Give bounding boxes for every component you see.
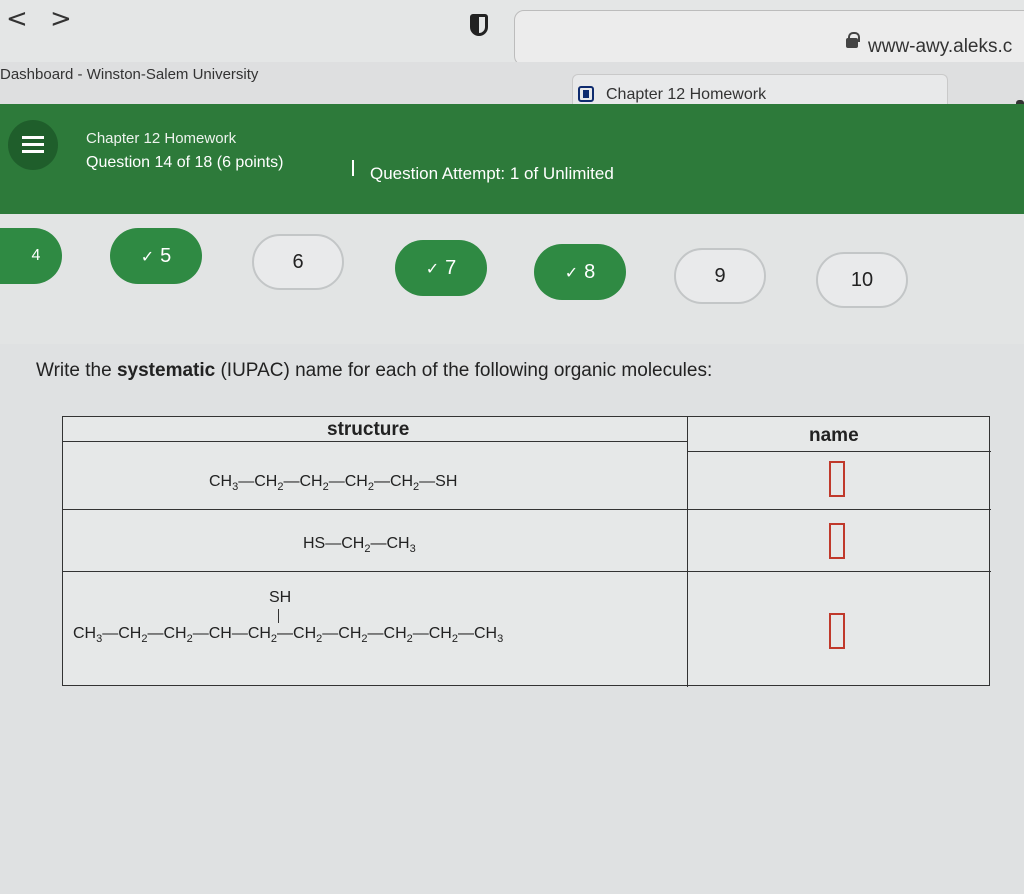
question-nav-9[interactable]: 9: [674, 248, 766, 304]
name-answer-input[interactable]: [829, 461, 845, 497]
question-nav-5[interactable]: ✓ 5: [110, 228, 202, 284]
substituent-bond: [278, 609, 279, 623]
table-divider: [63, 509, 991, 510]
name-column-header: name: [809, 425, 859, 446]
table-divider: [63, 571, 991, 572]
question-nav-label: 9: [714, 264, 726, 287]
table-divider: [687, 451, 991, 452]
question-info: Question 14 of 18 (6 points): [86, 154, 284, 171]
header-divider: [352, 160, 354, 176]
molecule-table: structure name CH3—CH2—CH2—CH2—CH2—SH HS…: [62, 416, 991, 687]
question-nav-8[interactable]: ✓ 8: [534, 244, 626, 300]
menu-icon-bar: [22, 150, 44, 153]
tab-chapter-homework-label[interactable]: Chapter 12 Homework: [606, 86, 766, 104]
question-nav-label: 5: [160, 244, 172, 267]
question-nav-label: 10: [850, 268, 874, 291]
structure-formula: HS—CH2—CH3: [303, 535, 416, 556]
url-text[interactable]: www-awy.aleks.c: [868, 36, 1012, 58]
question-nav-label: 4: [31, 247, 41, 264]
question-nav-label: 8: [584, 260, 596, 283]
table-divider: [63, 441, 687, 442]
tab-favicon-icon: [578, 86, 594, 102]
structure-column-header: structure: [327, 419, 410, 440]
name-answer-input[interactable]: [829, 613, 845, 649]
back-button[interactable]: <: [6, 4, 28, 34]
attempt-info: Question Attempt: 1 of Unlimited: [370, 164, 614, 183]
structure-formula: CH3—CH2—CH2—CH2—CH2—SH: [209, 473, 458, 494]
question-nav-label: 6: [292, 250, 304, 273]
menu-button[interactable]: [8, 120, 58, 170]
tab-dashboard[interactable]: Dashboard - Winston-Salem University: [0, 66, 258, 83]
question-nav-10[interactable]: 10: [816, 252, 908, 308]
check-icon: ✓: [140, 246, 155, 266]
substituent-label: SH: [269, 589, 292, 606]
question-nav-6[interactable]: 6: [252, 234, 344, 290]
name-answer-input[interactable]: [829, 523, 845, 559]
lock-icon: [846, 32, 860, 48]
check-icon: ✓: [564, 262, 579, 282]
menu-icon-bar: [22, 136, 44, 139]
question-nav-4[interactable]: 4: [0, 228, 62, 284]
table-divider: [687, 417, 688, 687]
check-icon: ✓: [425, 258, 440, 278]
structure-formula: CH3—CH2—CH2—CH—CH2—CH2—CH2—CH2—CH2—CH3: [73, 625, 504, 646]
question-nav-label: 7: [445, 256, 457, 279]
menu-icon-bar: [22, 143, 44, 146]
shield-icon[interactable]: [470, 14, 488, 36]
assignment-title: Chapter 12 Homework: [86, 130, 237, 147]
forward-button[interactable]: >: [50, 4, 72, 34]
question-prompt: Write the systematic (IUPAC) name for ea…: [36, 360, 713, 381]
question-nav-7[interactable]: ✓ 7: [395, 240, 487, 296]
